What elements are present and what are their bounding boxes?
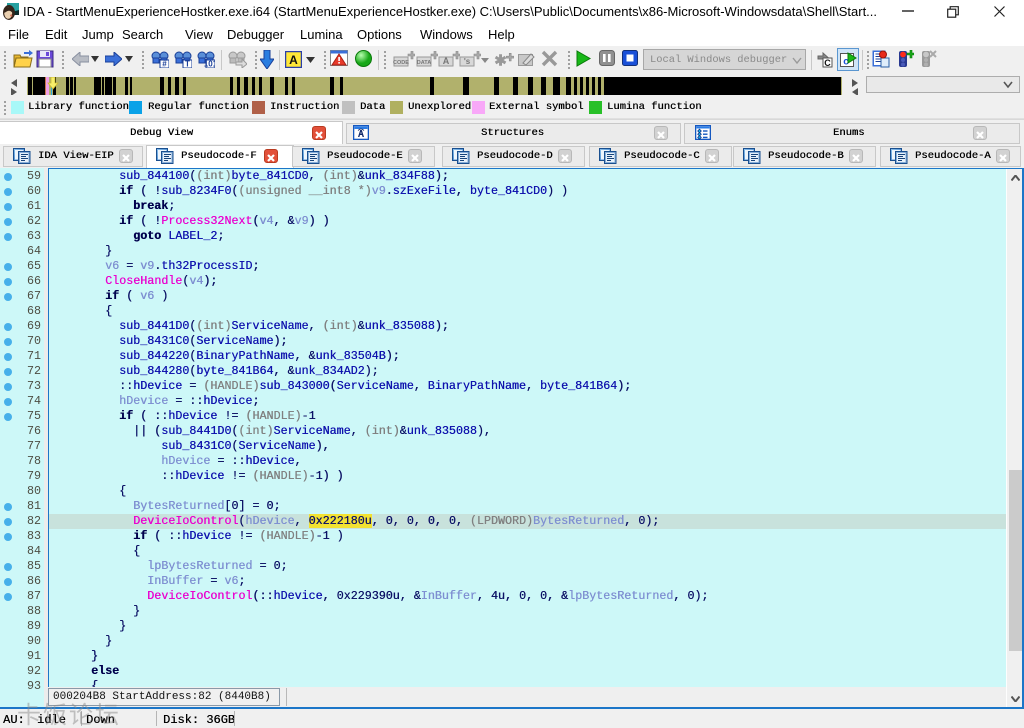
svg-text:A: A xyxy=(443,56,450,66)
svg-text:T: T xyxy=(185,60,190,69)
svg-text:A: A xyxy=(289,53,298,67)
svg-text:'s: 's xyxy=(464,57,471,66)
svg-text:DATA: DATA xyxy=(417,60,431,66)
svg-text:101: 101 xyxy=(204,60,215,69)
svg-text:CODE: CODE xyxy=(393,60,409,66)
svg-text:✱: ✱ xyxy=(494,53,507,69)
svg-text:C: C xyxy=(824,58,831,68)
svg-text:#: # xyxy=(162,60,167,69)
